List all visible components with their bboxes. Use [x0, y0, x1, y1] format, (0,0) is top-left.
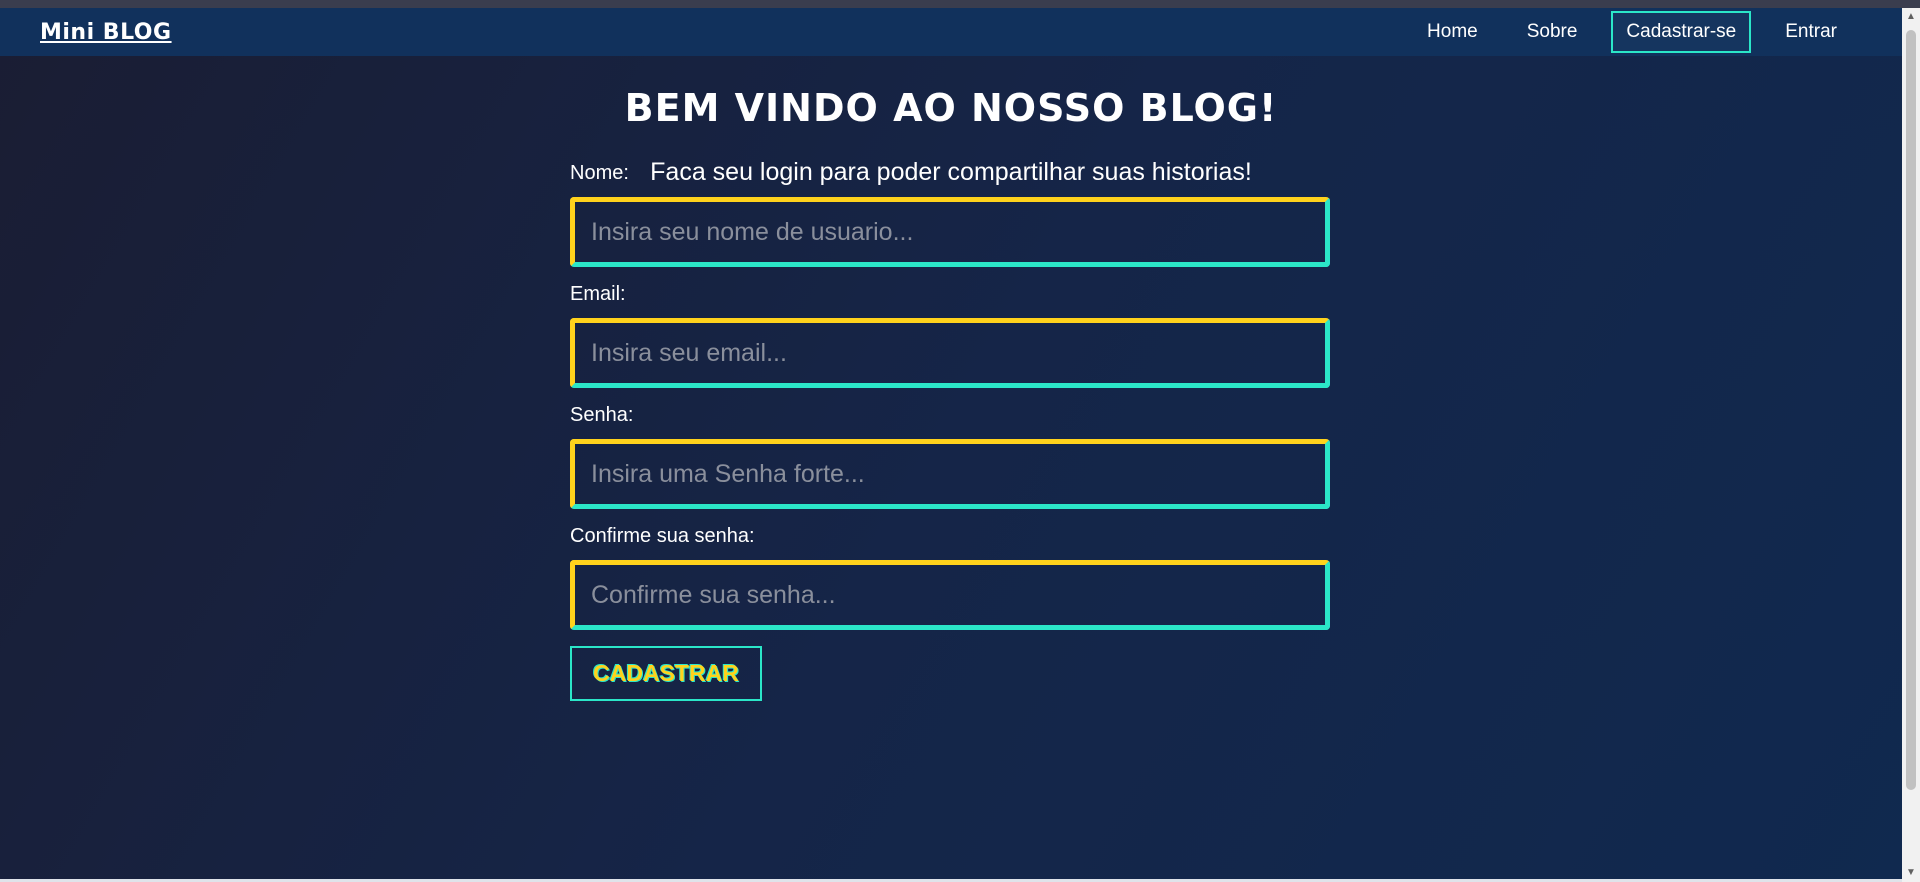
- email-input[interactable]: [570, 318, 1330, 388]
- scroll-down-arrow-icon[interactable]: ▼: [1902, 864, 1920, 882]
- nav-link-home[interactable]: Home: [1412, 11, 1493, 53]
- vertical-scrollbar[interactable]: ▲ ▼: [1902, 8, 1920, 882]
- navbar: Mini BLOG Home Sobre Cadastrar-se Entrar: [0, 8, 1902, 56]
- name-input[interactable]: [570, 197, 1330, 267]
- nav-link-cadastrar[interactable]: Cadastrar-se: [1611, 11, 1752, 53]
- scroll-up-arrow-icon[interactable]: ▲: [1902, 8, 1920, 26]
- password-label: Senha:: [570, 404, 634, 426]
- page-title: BEM VINDO AO NOSSO BLOG!: [624, 86, 1278, 130]
- brand-logo-link[interactable]: Mini BLOG: [40, 20, 172, 45]
- password-input[interactable]: [570, 439, 1330, 509]
- signup-submit-button[interactable]: CADASTRAR: [570, 646, 762, 701]
- browser-top-strip: [0, 0, 1920, 8]
- signup-form: Nome: Email: Senha: Confirme sua senha: …: [570, 162, 1330, 701]
- scroll-thumb[interactable]: [1906, 30, 1916, 790]
- nav-link-sobre[interactable]: Sobre: [1512, 11, 1593, 53]
- nav-links: Home Sobre Cadastrar-se Entrar: [1393, 11, 1852, 53]
- confirm-password-input[interactable]: [570, 560, 1330, 630]
- confirm-password-label: Confirme sua senha:: [570, 525, 755, 547]
- email-label: Email:: [570, 283, 626, 305]
- nav-link-entrar[interactable]: Entrar: [1770, 11, 1852, 53]
- name-label: Nome:: [570, 162, 629, 184]
